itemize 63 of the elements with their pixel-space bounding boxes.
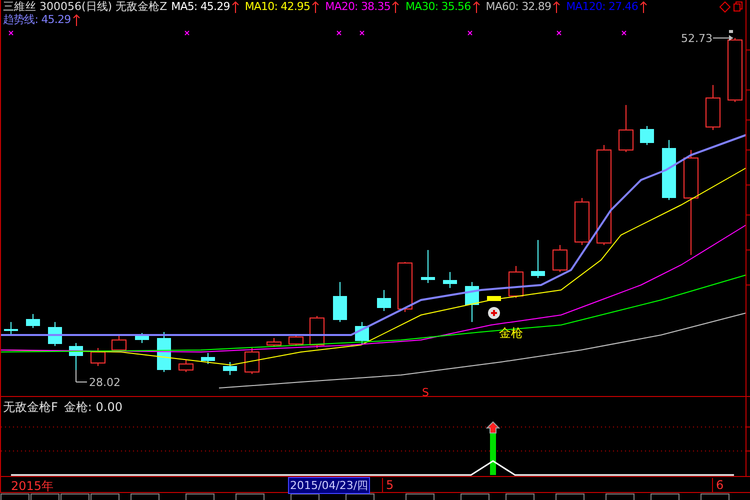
candlestick [508, 266, 524, 298]
year-label: 2015年 [11, 478, 54, 496]
marker-icon [729, 30, 733, 33]
signal-bar-drawing [486, 422, 500, 476]
candlestick [112, 336, 126, 352]
cross-circle-icon [488, 307, 500, 319]
month-label: 6 [712, 478, 724, 492]
candlestick [201, 352, 215, 364]
candlestick [706, 84, 720, 130]
cursor-mark: S [422, 386, 429, 398]
candlestick [355, 322, 369, 346]
candlestick [48, 322, 62, 346]
indicator-value: MA20: 38.35 [325, 0, 390, 13]
candlestick [618, 104, 634, 152]
low-price-label: 28.02 [89, 376, 120, 389]
signal-mark-icon [468, 30, 472, 36]
high-leader-line [712, 35, 734, 41]
indicator-value: MA10: 42.95 [244, 0, 310, 13]
indicator-value: MA120: 27.46 [566, 0, 638, 13]
signal-mark-icon [184, 30, 190, 36]
indicator-value: MA5: 45.29 [171, 0, 230, 13]
candlestick [398, 262, 412, 312]
candlestick [157, 332, 171, 372]
candlestick [4, 322, 18, 336]
candlestick [531, 240, 545, 278]
high-price-label: 52.73 [681, 32, 712, 45]
candlestick [266, 338, 282, 348]
chart-title: 三維丝 300056(日线) 无敌金枪Z [3, 0, 168, 14]
indicator-value: MA30: 35.56 [405, 0, 471, 13]
candlestick [178, 360, 194, 372]
indicator-value: MA60: 32.89 [486, 0, 552, 13]
cursor-date: 2015/04/23/四 [288, 477, 370, 494]
indicator-reading: 金枪: 0.00 [64, 399, 122, 416]
diamond-icon [719, 1, 731, 13]
signal-mark-icon [336, 30, 342, 36]
signal-mark-icon [8, 30, 14, 36]
candlestick [26, 314, 40, 328]
candlestick [487, 296, 501, 301]
candlestick [662, 140, 676, 200]
candlestick [552, 244, 568, 272]
signal-mark-icon [622, 30, 626, 36]
candlestick [333, 282, 347, 322]
signal-mark-icon [556, 30, 562, 36]
candlestick [135, 332, 149, 344]
candlestick [244, 348, 260, 374]
candlestick [574, 198, 590, 246]
candlestick [90, 348, 106, 366]
indicator-name: 无敌金枪F [3, 399, 58, 416]
candlestick [377, 290, 391, 312]
restore-window-icon [734, 2, 742, 12]
signal-mark-icon [360, 30, 364, 36]
candlestick [640, 126, 654, 146]
low-leader-line [76, 370, 88, 382]
candlestick [310, 316, 324, 348]
signal-label: 金枪 [499, 326, 523, 340]
candlestick [728, 38, 742, 102]
month-label: 5 [382, 478, 394, 492]
candlestick [443, 272, 457, 288]
trend-line-value: 趋势线: 45.29 [3, 12, 71, 27]
candlestick [223, 362, 237, 376]
candlestick [421, 250, 435, 284]
candlestick [288, 334, 304, 346]
candlestick [465, 282, 479, 322]
